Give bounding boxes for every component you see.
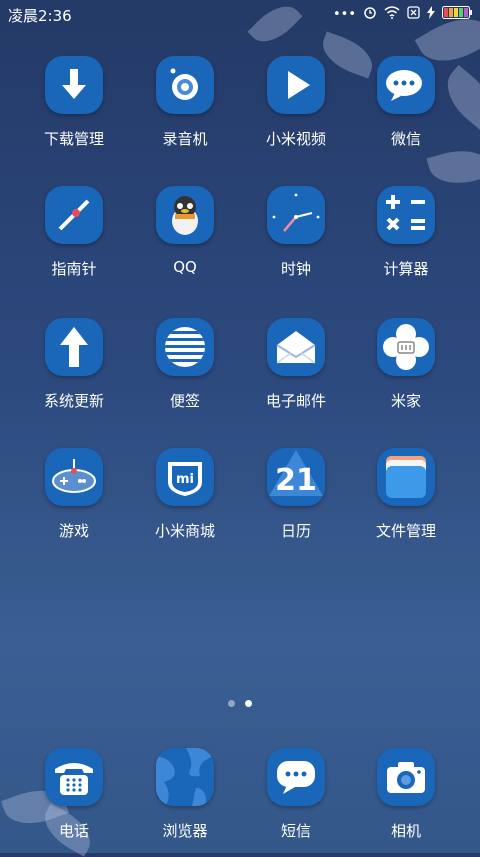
app-label: 小米视频	[265, 130, 326, 148]
envelope-icon	[267, 318, 325, 376]
globe-icon	[156, 748, 214, 806]
notes-icon	[156, 318, 214, 376]
app-notes[interactable]: 便签	[130, 318, 240, 411]
more-dots-icon: •••	[332, 6, 356, 22]
app-qq[interactable]: QQ	[130, 186, 240, 276]
app-label: 时钟	[280, 260, 311, 278]
penguin-icon	[156, 186, 214, 244]
app-wechat[interactable]: 微信	[351, 56, 461, 149]
app-label: 电子邮件	[265, 392, 326, 410]
calendar-day: 21	[275, 463, 317, 498]
page-dot-2[interactable]	[245, 700, 252, 707]
mi-store-badge: mi	[176, 472, 194, 487]
play-icon	[267, 56, 325, 114]
download-arrow-icon	[45, 56, 103, 114]
dock-messages[interactable]: 短信	[241, 748, 351, 841]
app-label: 下载管理	[43, 130, 104, 148]
alarm-icon	[363, 5, 377, 23]
app-compass[interactable]: 指南针	[19, 186, 129, 279]
app-file-manager[interactable]: 文件管理	[351, 448, 461, 541]
app-label: 便签	[169, 392, 200, 410]
app-email[interactable]: 电子邮件	[241, 318, 351, 411]
update-arrow-icon	[45, 318, 103, 376]
app-label: 浏览器	[162, 822, 208, 840]
app-label: 小米商城	[154, 522, 215, 540]
app-label: 日历	[280, 522, 311, 540]
dock-camera[interactable]: 相机	[351, 748, 461, 841]
app-recorder[interactable]: 录音机	[130, 56, 240, 149]
folder-icon	[377, 448, 435, 506]
compass-icon	[45, 186, 103, 244]
message-icon	[267, 748, 325, 806]
page-indicator	[0, 700, 480, 707]
app-label: QQ	[173, 258, 197, 276]
calculator-icon	[377, 186, 435, 244]
app-clock[interactable]: 时钟	[241, 186, 351, 279]
record-icon	[156, 56, 214, 114]
app-mijia[interactable]: 米家	[351, 318, 461, 411]
clock-icon	[267, 186, 325, 244]
sim-disabled-icon	[407, 5, 420, 23]
status-time: 凌晨2:36	[8, 7, 72, 25]
app-label: 录音机	[162, 130, 208, 148]
dock-browser[interactable]: 浏览器	[130, 748, 240, 841]
page-dot-1[interactable]	[228, 700, 235, 707]
dock-phone[interactable]: 电话	[19, 748, 129, 841]
gamepad-icon	[45, 448, 103, 506]
app-calendar[interactable]: 21 日历	[241, 448, 351, 541]
battery-icon	[442, 5, 472, 23]
flower-icon	[377, 318, 435, 376]
app-label: 微信	[390, 130, 421, 148]
chat-bubble-icon	[377, 56, 435, 114]
charging-icon	[427, 5, 435, 23]
calendar-icon: 21	[267, 448, 325, 506]
app-label: 计算器	[383, 260, 429, 278]
app-calculator[interactable]: 计算器	[351, 186, 461, 279]
phone-icon	[45, 748, 103, 806]
app-label: 系统更新	[43, 392, 104, 410]
app-label: 游戏	[58, 522, 89, 540]
app-label: 电话	[58, 822, 89, 840]
mi-store-icon: mi	[156, 448, 214, 506]
app-download-manager[interactable]: 下载管理	[19, 56, 129, 149]
app-label: 指南针	[51, 260, 97, 278]
app-label: 相机	[390, 822, 421, 840]
camera-icon	[377, 748, 435, 806]
app-mi-video[interactable]: 小米视频	[241, 56, 351, 149]
app-system-update[interactable]: 系统更新	[19, 318, 129, 411]
wifi-icon	[384, 5, 400, 23]
app-games[interactable]: 游戏	[19, 448, 129, 541]
app-label: 文件管理	[375, 522, 436, 540]
app-label: 短信	[280, 822, 311, 840]
app-mi-store[interactable]: mi 小米商城	[130, 448, 240, 541]
status-bar: 凌晨2:36 •••	[0, 0, 480, 28]
app-label: 米家	[390, 392, 421, 410]
